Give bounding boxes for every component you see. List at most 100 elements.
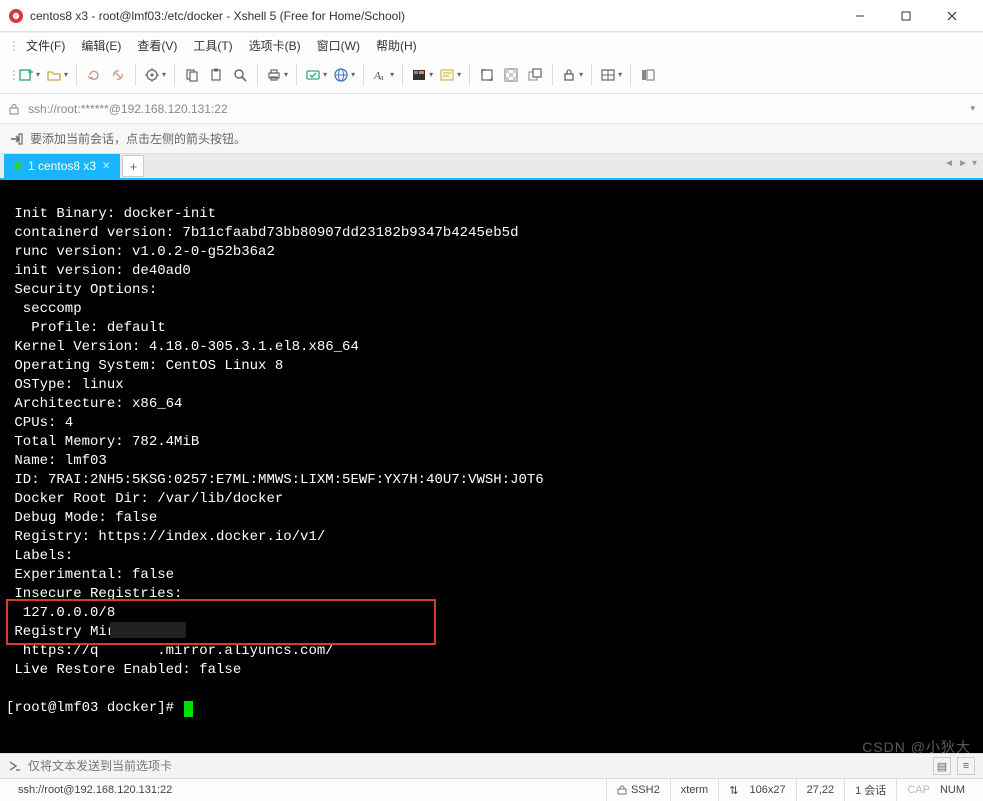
status-protocol: SSH2 — [606, 779, 670, 801]
terminal-line: init version: de40ad0 — [6, 263, 191, 279]
terminal-line: Architecture: x86_64 — [6, 396, 182, 412]
menu-file[interactable]: 文件(F) — [18, 35, 73, 56]
xftp-button[interactable] — [303, 64, 329, 86]
toolbar-divider — [552, 64, 553, 86]
send-menu-button[interactable]: ≡ — [957, 757, 975, 775]
status-connection: ssh://root@192.168.120.131:22 — [8, 779, 606, 801]
tab-label: 1 centos8 x3 — [28, 159, 96, 173]
send-to-all-button[interactable]: ▤ — [933, 757, 951, 775]
terminal-line: Debug Mode: false — [6, 510, 157, 526]
toolbar-divider — [174, 64, 175, 86]
status-num: NUM — [940, 784, 965, 796]
terminal-line: CPUs: 4 — [6, 415, 73, 431]
status-dot-icon — [14, 162, 22, 170]
redaction-box — [110, 622, 186, 638]
paste-button[interactable] — [205, 64, 227, 86]
sidebar-button[interactable] — [637, 64, 659, 86]
always-on-top-button[interactable] — [524, 64, 546, 86]
menu-tabs[interactable]: 选项卡(B) — [241, 35, 309, 56]
send-icon[interactable] — [8, 759, 22, 773]
grip-icon: ⋮ — [8, 56, 14, 93]
status-indicators: CAP NUM — [896, 779, 975, 801]
terminal-line: 127.0.0.0/8 — [6, 605, 115, 621]
toolbar-divider — [630, 64, 631, 86]
terminal-line: Docker Root Dir: /var/lib/docker — [6, 491, 283, 507]
terminal-line: Labels: — [6, 548, 73, 564]
menu-tools[interactable]: 工具(T) — [185, 35, 240, 56]
add-session-icon[interactable] — [8, 131, 24, 147]
terminal-line: runc version: v1.0.2-0-g52b36a2 — [6, 244, 275, 260]
app-icon — [8, 8, 24, 24]
sendbar: ▤ ≡ — [0, 753, 983, 779]
address-text[interactable]: ssh://root:******@192.168.120.131:22 — [28, 102, 970, 116]
open-folder-button[interactable] — [44, 64, 70, 86]
color-scheme-button[interactable] — [409, 64, 435, 86]
toolbar-divider — [257, 64, 258, 86]
terminal[interactable]: Init Binary: docker-init containerd vers… — [0, 180, 983, 753]
status-cursor-pos: 27,22 — [796, 779, 845, 801]
toolbar-divider — [469, 64, 470, 86]
grip-icon: ⋮ — [8, 37, 14, 55]
terminal-line: Profile: default — [6, 320, 166, 336]
terminal-line: https://q .mirror.aliyuncs.com/ — [6, 643, 334, 659]
layout-button[interactable] — [598, 64, 624, 86]
reconnect-button[interactable] — [83, 64, 105, 86]
add-tab-button[interactable]: + — [122, 155, 144, 177]
fullscreen-button[interactable] — [476, 64, 498, 86]
terminal-prompt: [root@lmf03 docker]# — [6, 699, 182, 718]
properties-button[interactable] — [142, 64, 168, 86]
toolbar-divider — [402, 64, 403, 86]
copy-button[interactable] — [181, 64, 203, 86]
menu-view[interactable]: 查看(V) — [129, 35, 185, 56]
toolbar-divider — [76, 64, 77, 86]
lock-button[interactable] — [559, 64, 585, 86]
send-input[interactable] — [28, 759, 927, 773]
dropdown-icon[interactable]: ▾ — [970, 103, 975, 114]
addressbar: ssh://root:******@192.168.120.131:22 ▾ — [0, 94, 983, 124]
terminal-line: Security Options: — [6, 282, 157, 298]
tab-next-icon[interactable]: ► — [958, 158, 968, 169]
new-session-button[interactable] — [16, 64, 42, 86]
status-terminal-type: xterm — [670, 779, 719, 801]
menubar: ⋮ 文件(F) 编辑(E) 查看(V) 工具(T) 选项卡(B) 窗口(W) 帮… — [0, 32, 983, 56]
status-sessions: 1 会话 — [844, 779, 896, 801]
terminal-line: Registry: https://index.docker.io/v1/ — [6, 529, 325, 545]
tab-menu-icon[interactable]: ▾ — [972, 158, 977, 169]
terminal-line: containerd version: 7b11cfaabd73bb80907d… — [6, 225, 518, 241]
highlight-button[interactable] — [437, 64, 463, 86]
status-size: ⇅ 106x27 — [718, 779, 795, 801]
terminal-line: OSType: linux — [6, 377, 124, 393]
transparent-button[interactable] — [500, 64, 522, 86]
web-button[interactable] — [331, 64, 357, 86]
close-button[interactable] — [929, 0, 975, 32]
statusbar: ssh://root@192.168.120.131:22 SSH2 xterm… — [0, 779, 983, 801]
terminal-line: ID: 7RAI:2NH5:5KSG:0257:E7ML:MMWS:LIXM:5… — [6, 472, 544, 488]
terminal-line: Experimental: false — [6, 567, 174, 583]
disconnect-button[interactable] — [107, 64, 129, 86]
tabstrip: 1 centos8 x3 ✕ + ◄ ► ▾ — [0, 154, 983, 180]
find-button[interactable] — [229, 64, 251, 86]
tab-prev-icon[interactable]: ◄ — [944, 158, 954, 169]
menu-window[interactable]: 窗口(W) — [309, 35, 368, 56]
window-title: centos8 x3 - root@lmf03:/etc/docker - Xs… — [30, 9, 837, 23]
hint-text: 要添加当前会话，点击左侧的箭头按钮。 — [30, 130, 246, 147]
status-cap: CAP — [907, 784, 930, 796]
minimize-button[interactable] — [837, 0, 883, 32]
toolbar-divider — [591, 64, 592, 86]
terminal-line: Total Memory: 782.4MiB — [6, 434, 199, 450]
maximize-button[interactable] — [883, 0, 929, 32]
font-button[interactable]: Aa — [370, 64, 396, 86]
lock-icon — [8, 103, 22, 115]
window-controls — [837, 0, 975, 32]
terminal-line: Insecure Registries: — [6, 586, 182, 602]
toolbar-divider — [363, 64, 364, 86]
terminal-line: Live Restore Enabled: false — [6, 662, 241, 678]
tab-session-1[interactable]: 1 centos8 x3 ✕ — [4, 154, 120, 178]
print-button[interactable] — [264, 64, 290, 86]
menu-edit[interactable]: 编辑(E) — [73, 35, 129, 56]
svg-text:a: a — [380, 73, 384, 82]
terminal-line: Init Binary: docker-init — [6, 206, 216, 222]
tab-close-icon[interactable]: ✕ — [102, 161, 110, 172]
toolbar: ⋮ Aa — [0, 56, 983, 94]
menu-help[interactable]: 帮助(H) — [368, 35, 425, 56]
